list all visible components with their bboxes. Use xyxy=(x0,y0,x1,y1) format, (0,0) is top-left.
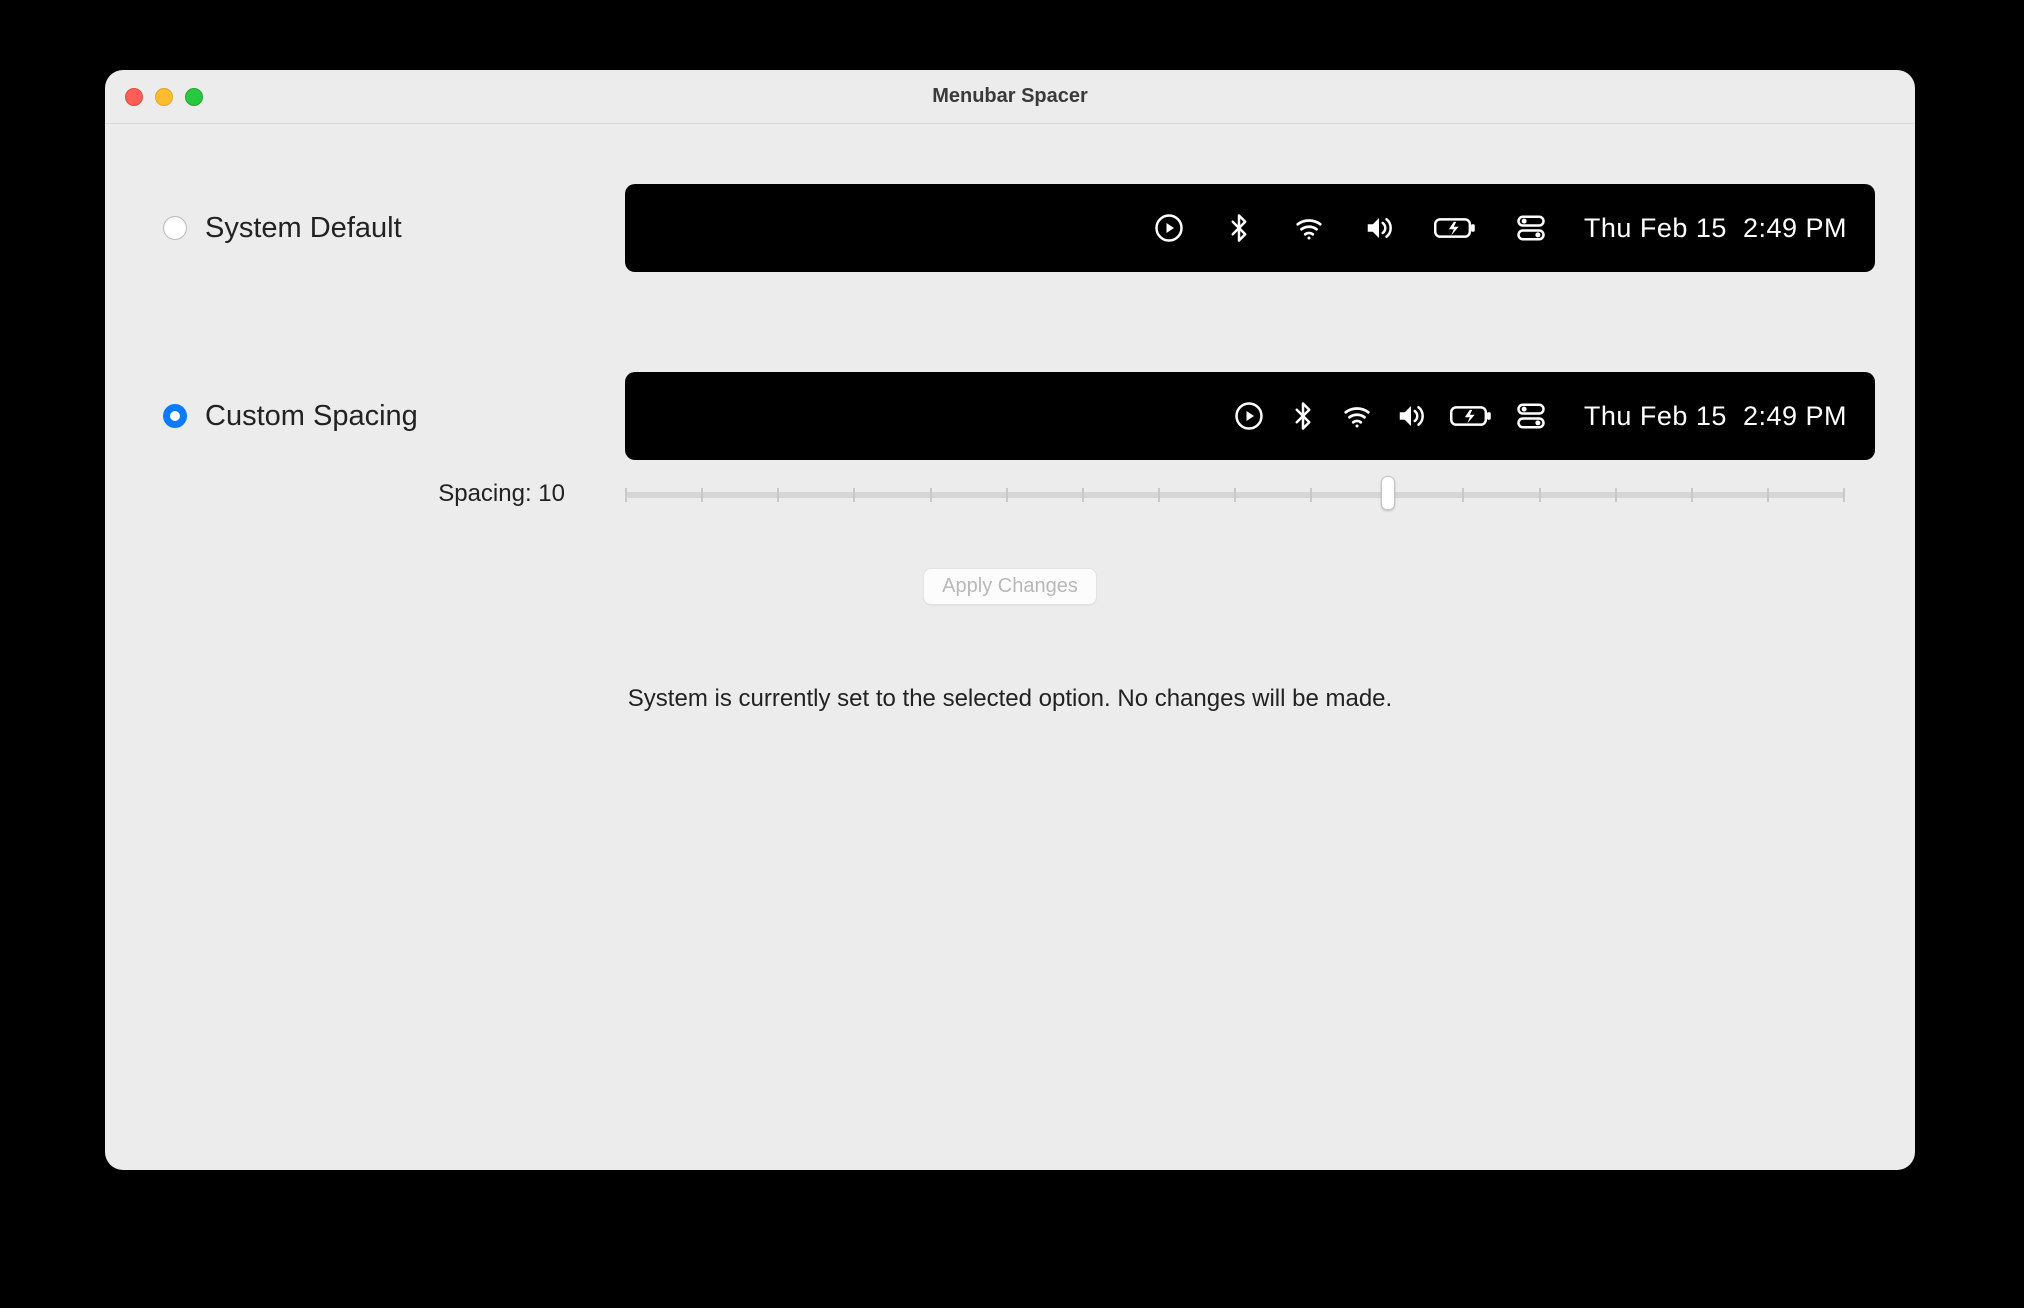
label-custom-spacing: Custom Spacing xyxy=(205,400,625,433)
minimize-window-button[interactable] xyxy=(155,88,173,106)
radio-system-default[interactable] xyxy=(163,216,187,240)
wifi-icon xyxy=(1294,213,1324,243)
window-title: Menubar Spacer xyxy=(105,85,1915,108)
battery-charging-icon xyxy=(1450,401,1492,431)
app-window: Menubar Spacer System Default xyxy=(105,70,1915,1170)
spacing-slider[interactable] xyxy=(625,480,1845,508)
slider-ticks xyxy=(625,488,1845,502)
volume-icon xyxy=(1396,401,1426,431)
volume-icon xyxy=(1364,213,1394,243)
control-center-icon xyxy=(1516,213,1546,243)
preview-system-default: Thu Feb 152:49 PM xyxy=(625,184,1875,272)
bluetooth-icon xyxy=(1288,401,1318,431)
option-custom-spacing: Custom Spacing xyxy=(145,372,1875,460)
media-playback-icon xyxy=(1234,401,1264,431)
option-system-default: System Default xyxy=(145,184,1875,272)
bluetooth-icon xyxy=(1224,213,1254,243)
preview-datetime: Thu Feb 152:49 PM xyxy=(1584,213,1847,244)
status-message: System is currently set to the selected … xyxy=(628,685,1392,713)
content-area: System Default xyxy=(105,124,1915,1170)
preview-datetime: Thu Feb 152:49 PM xyxy=(1584,401,1847,432)
media-playback-icon xyxy=(1154,213,1184,243)
preview-custom-spacing: Thu Feb 152:49 PM xyxy=(625,372,1875,460)
spacing-label: Spacing: 10 xyxy=(145,480,625,508)
window-controls xyxy=(125,88,203,106)
label-system-default: System Default xyxy=(205,212,625,245)
spacing-row: Spacing: 10 xyxy=(145,480,1875,508)
control-center-icon xyxy=(1516,401,1546,431)
slider-thumb[interactable] xyxy=(1381,476,1395,510)
zoom-window-button[interactable] xyxy=(185,88,203,106)
wifi-icon xyxy=(1342,401,1372,431)
titlebar: Menubar Spacer xyxy=(105,70,1915,124)
apply-changes-button[interactable]: Apply Changes xyxy=(923,568,1097,605)
battery-charging-icon xyxy=(1434,213,1476,243)
radio-custom-spacing[interactable] xyxy=(163,404,187,428)
close-window-button[interactable] xyxy=(125,88,143,106)
